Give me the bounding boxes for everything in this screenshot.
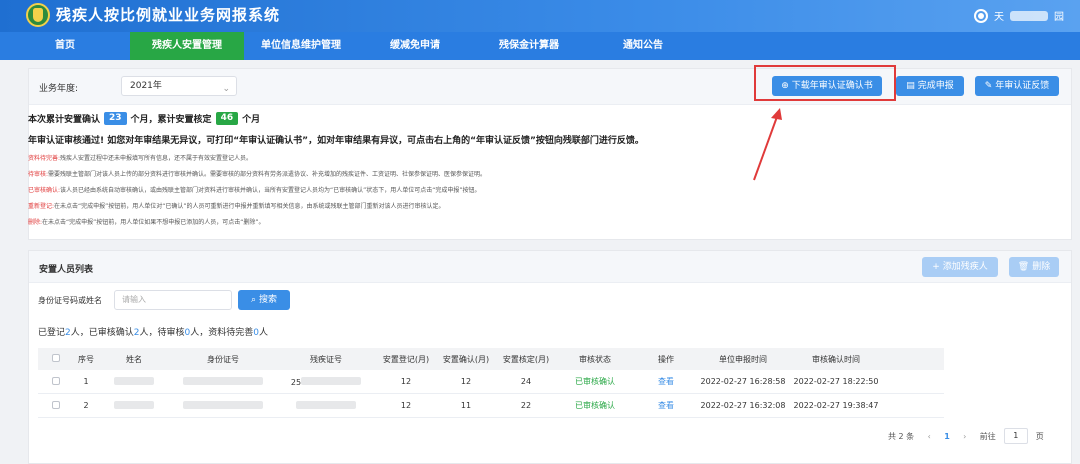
col-confirmed: 安置确认(月): [442, 354, 490, 364]
status-badge: 已审核确认: [575, 377, 615, 386]
highlight-box: [754, 65, 896, 101]
note-confirmed: 已审核确认:该人员已经由系统自动审核确认，或由残联主管部门对资料进行审核并确认，…: [28, 187, 481, 194]
placement-table: 序号 姓名 身份证号 残疾证号 安置登记(月) 安置确认(月) 安置核定(月) …: [38, 348, 944, 418]
col-audit-time: 审核确认时间: [812, 354, 860, 364]
feedback-button[interactable]: ✎ 年审认证反馈: [975, 76, 1059, 96]
search-button[interactable]: ⌕ 搜索: [238, 290, 290, 310]
page-unit: 页: [1035, 431, 1044, 441]
disability-id-redacted: [296, 400, 356, 409]
complete-report-button[interactable]: ▤ 完成申报: [896, 76, 964, 96]
col-name: 姓名: [126, 354, 142, 364]
nav-unit-info[interactable]: 单位信息维护管理: [244, 32, 358, 60]
user-name-redacted: [1010, 10, 1048, 21]
user-name-start: 天: [994, 12, 1004, 23]
plus-icon: +: [932, 262, 940, 272]
app-title: 残疾人按比例就业业务网报系统: [56, 6, 281, 24]
user-name-end: 园: [1054, 12, 1064, 23]
annotation-arrow: [753, 108, 782, 181]
col-registered: 安置登记(月): [382, 354, 430, 364]
select-all-checkbox[interactable]: [52, 354, 60, 362]
registration-stats: 已登记2人，已审核确认2人，待审核0人，资料待完善0人: [38, 328, 269, 338]
note-incomplete: 资料待完善:残疾人安置过程中还未申报填写所有信息，还不属于有效安置登记人员。: [28, 155, 253, 162]
col-action: 操作: [658, 354, 674, 364]
nav-home[interactable]: 首页: [0, 32, 130, 60]
name-redacted: [114, 400, 154, 409]
list-header: 安置人员列表: [29, 251, 1071, 283]
approved-count-badge: 46: [215, 112, 239, 125]
year-label: 业务年度:: [39, 84, 79, 94]
main-nav: 首页 残疾人安置管理 单位信息维护管理 缓减免申请 残保金计算器 通知公告: [0, 32, 1080, 60]
review-passed-message: 年审认证审核通过! 如您对年审结果无异议，可打印“年审认证确认书”，如对年审结果…: [28, 136, 644, 146]
disability-id-redacted: [301, 376, 362, 385]
note-pending: 待审核:需要残联主管部门对该人员上传的部分资料进行审核并确认。需要审核的部分资料…: [28, 171, 487, 178]
col-apply-time: 单位申报时间: [719, 354, 767, 364]
add-person-button[interactable]: + 添加残疾人: [922, 257, 998, 277]
year-value: 2021年: [130, 81, 162, 91]
goto-page-input[interactable]: 1: [1003, 428, 1028, 444]
nav-relief[interactable]: 缓减免申请: [358, 32, 472, 60]
note-delete: 删除:在未点击“完成申报”按钮前，用人单位如果不想申报已添加的人员，可点击“删除…: [28, 219, 265, 226]
app-header: 残疾人按比例就业业务网报系统 天 园: [0, 0, 1080, 32]
id-redacted: [183, 376, 263, 385]
table-row: 2 12 11 22 已审核确认 查看 2022-02-27 16:32:08 …: [38, 394, 944, 418]
nav-calculator[interactable]: 残保金计算器: [472, 32, 586, 60]
summary-line: 本次累计安置确认 23 个月，累计安置核定 46 个月: [28, 112, 261, 125]
id-search-input[interactable]: 请输入: [114, 290, 232, 310]
search-icon: ⌕: [250, 295, 257, 305]
table-row: 1 25 12 12 24 已审核确认 查看 2022-02-27 16:28:…: [38, 370, 944, 394]
document-icon: ▤: [906, 81, 915, 91]
current-page[interactable]: 1: [944, 432, 950, 441]
col-id: 身份证号: [207, 354, 239, 364]
confirmed-count-badge: 23: [104, 112, 127, 125]
nav-notice[interactable]: 通知公告: [586, 32, 700, 60]
note-reregister: 重新登记:在未点击“完成申报”按钮前，用人单位对“已确认”的人员可重新进行申报并…: [28, 203, 445, 210]
status-badge: 已审核确认: [575, 401, 615, 410]
prev-page-icon[interactable]: ‹: [922, 432, 936, 441]
year-select[interactable]: 2021年 ⌄: [121, 76, 237, 96]
view-link[interactable]: 查看: [634, 400, 698, 411]
col-disability-id: 残疾证号: [310, 354, 342, 364]
view-link[interactable]: 查看: [634, 376, 698, 387]
user-area[interactable]: 天 园: [974, 8, 1064, 23]
id-search-label: 身份证号码或姓名: [38, 296, 102, 305]
user-icon[interactable]: [974, 8, 988, 23]
goto-label: 前往: [979, 431, 996, 441]
id-redacted: [183, 400, 263, 409]
col-approved: 安置核定(月): [502, 354, 550, 364]
trash-icon: 🗑: [1017, 262, 1030, 272]
total-count: 共 2 条: [888, 431, 915, 441]
logo-icon: [26, 3, 50, 27]
edit-icon: ✎: [984, 81, 993, 91]
delete-button[interactable]: 🗑 删除: [1009, 257, 1059, 277]
next-page-icon[interactable]: ›: [958, 432, 972, 441]
table-header: 序号 姓名 身份证号 残疾证号 安置登记(月) 安置确认(月) 安置核定(月) …: [38, 348, 944, 370]
row-checkbox[interactable]: [52, 376, 60, 385]
nav-placement[interactable]: 残疾人安置管理: [130, 32, 244, 60]
row-checkbox[interactable]: [52, 400, 60, 409]
col-index: 序号: [78, 354, 94, 364]
pagination: 共 2 条 ‹ 1 › 前往 1 页: [888, 428, 1044, 444]
list-title: 安置人员列表: [39, 265, 94, 275]
col-status: 审核状态: [579, 354, 611, 364]
chevron-down-icon: ⌄: [222, 84, 230, 94]
name-redacted: [114, 376, 154, 385]
